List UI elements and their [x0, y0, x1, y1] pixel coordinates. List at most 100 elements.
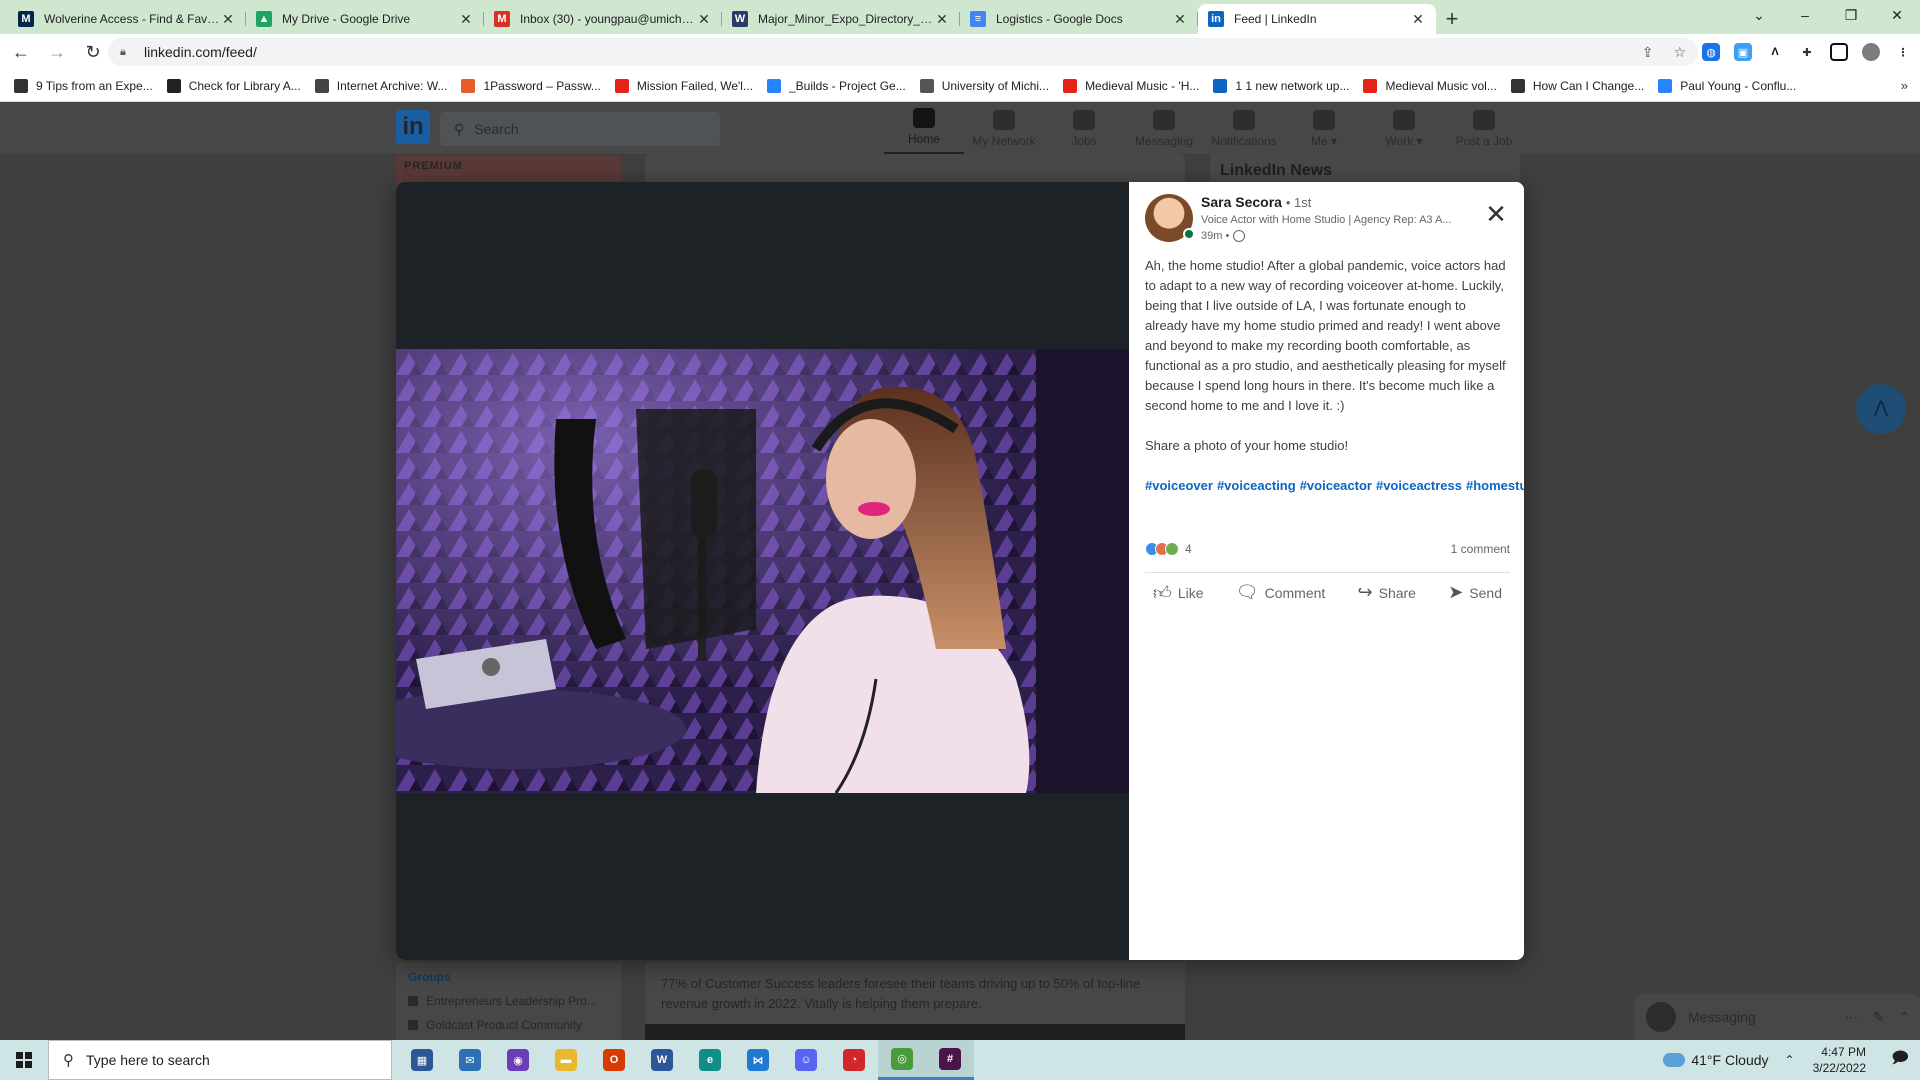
lock-icon[interactable]: 🔒︎	[120, 46, 132, 59]
bookmark-item[interactable]: Internet Archive: W...	[314, 78, 447, 93]
notification-center-icon[interactable]: 🗩︎	[1880, 1040, 1920, 1080]
side-panel-icon[interactable]	[1830, 43, 1848, 61]
bookmark-item[interactable]: 9 Tips from an Expe...	[14, 78, 153, 93]
hashtag-link[interactable]: #homestudio	[1466, 478, 1524, 493]
nav-item[interactable]: Home	[884, 102, 964, 154]
taskbar-app[interactable]: #	[926, 1040, 974, 1080]
extension-triangle-icon[interactable]: Λ	[1766, 43, 1784, 61]
share-button[interactable]: ↪ Share	[1358, 582, 1416, 603]
close-window-button[interactable]: ✕	[1874, 0, 1920, 30]
bookmark-item[interactable]: 1 1 new network up...	[1213, 78, 1349, 93]
reload-icon[interactable]: ↻	[78, 37, 108, 67]
taskbar-app[interactable]: ▬	[542, 1040, 590, 1080]
close-tab-icon[interactable]: ✕	[458, 11, 474, 28]
send-button[interactable]: ➤ Send	[1448, 582, 1502, 603]
taskbar-search-input[interactable]: ⚲ Type here to search	[48, 1040, 392, 1080]
groups-title[interactable]: Groups	[408, 970, 609, 984]
new-tab-button[interactable]: +	[1436, 4, 1468, 34]
extension-screencast-icon[interactable]: ▣	[1734, 43, 1752, 61]
weather-widget[interactable]: 41°F Cloudy	[1663, 1052, 1769, 1068]
like-button[interactable]: 👍︎ Like	[1153, 582, 1204, 604]
chrome-menu-icon[interactable]: ⋮	[1894, 43, 1912, 61]
celebrate-reaction-icon	[1165, 542, 1179, 556]
taskbar-app[interactable]: ▦	[398, 1040, 446, 1080]
taskbar-app[interactable]: ◔	[830, 1040, 878, 1080]
close-tab-icon[interactable]: ✕	[696, 11, 712, 28]
bookmark-star-icon[interactable]: ☆	[1673, 44, 1686, 61]
linkedin-search-input[interactable]: ⚲ Search	[440, 112, 720, 146]
news-title: LinkedIn News	[1220, 162, 1333, 179]
nav-item[interactable]: Jobs	[1044, 102, 1124, 154]
taskbar-app[interactable]: ☺	[782, 1040, 830, 1080]
bookmark-item[interactable]: Paul Young - Conflu...	[1658, 78, 1796, 93]
bookmark-item[interactable]: Mission Failed, We'l...	[614, 78, 753, 93]
extension-1password-icon[interactable]: ◍	[1702, 43, 1720, 61]
restore-button[interactable]: ❐	[1828, 0, 1874, 30]
forward-icon[interactable]: →	[42, 37, 72, 67]
address-bar[interactable]: 🔒︎ linkedin.com/feed/ ⇪ ☆	[108, 38, 1698, 66]
hashtag-link[interactable]: #voiceactress	[1376, 478, 1462, 493]
comment-icon: 🗨︎	[1235, 582, 1259, 602]
back-icon[interactable]: ←	[6, 37, 36, 67]
nav-item[interactable]: My Network	[964, 102, 1044, 154]
taskbar-app[interactable]: W	[638, 1040, 686, 1080]
close-tab-icon[interactable]: ✕	[220, 11, 236, 28]
taskbar-app[interactable]: ◉	[494, 1040, 542, 1080]
nav-item[interactable]: Post a Job	[1444, 102, 1524, 154]
promoted-post-image[interactable]	[645, 1024, 1185, 1040]
close-tab-icon[interactable]: ✕	[1410, 11, 1426, 28]
share-icon[interactable]: ⇪	[1642, 44, 1654, 61]
bookmark-item[interactable]: University of Michi...	[919, 78, 1049, 93]
browser-tab[interactable]: ≡ Logistics - Google Docs ✕	[960, 4, 1198, 34]
browser-tab[interactable]: M Wolverine Access - Find & Favori ✕	[8, 4, 246, 34]
bookmark-item[interactable]: 1Password – Passw...	[461, 78, 601, 93]
hashtag-link[interactable]: #voiceover	[1145, 478, 1213, 493]
bookmark-item[interactable]: Medieval Music - 'H...	[1063, 78, 1199, 93]
close-tab-icon[interactable]: ✕	[934, 11, 950, 28]
post-photo[interactable]	[396, 349, 1129, 793]
messaging-panel[interactable]: Messaging ⋯ ✎ ⌃	[1634, 994, 1920, 1040]
group-item[interactable]: Entrepreneurs Leadership Pro...	[408, 994, 609, 1008]
bookmarks-overflow-icon[interactable]: »	[1901, 78, 1908, 93]
minimize-button[interactable]: –	[1782, 0, 1828, 30]
nav-item[interactable]: Work ▾	[1364, 102, 1444, 154]
browser-tab[interactable]: ▲ My Drive - Google Drive ✕	[246, 4, 484, 34]
taskbar-app[interactable]: e	[686, 1040, 734, 1080]
author-name[interactable]: Sara Secora	[1201, 194, 1282, 210]
browser-tab[interactable]: M Inbox (30) - youngpau@umich.ec ✕	[484, 4, 722, 34]
nav-item[interactable]: Messaging	[1124, 102, 1204, 154]
floating-action-icon[interactable]: Λ	[1856, 384, 1906, 434]
bookmark-item[interactable]: How Can I Change...	[1510, 78, 1644, 93]
browser-tab[interactable]: in Feed | LinkedIn ✕	[1198, 4, 1436, 34]
tray-overflow-icon[interactable]: ⌃	[1785, 1053, 1795, 1067]
author-avatar[interactable]	[1145, 194, 1195, 242]
comment-count[interactable]: 1 comment	[1451, 542, 1510, 556]
clock[interactable]: 4:47 PM 3/22/2022	[1813, 1044, 1866, 1076]
close-tab-icon[interactable]: ✕	[1172, 11, 1188, 28]
more-options-icon[interactable]: ⋯	[1845, 1009, 1859, 1026]
extensions-puzzle-icon[interactable]: ✚	[1798, 43, 1816, 61]
start-button[interactable]	[0, 1040, 48, 1080]
hashtag-link[interactable]: #voiceacting	[1217, 478, 1296, 493]
bookmark-item[interactable]: Medieval Music vol...	[1363, 78, 1497, 93]
taskbar-app[interactable]: O	[590, 1040, 638, 1080]
taskbar-app[interactable]: ⋈	[734, 1040, 782, 1080]
taskbar-app[interactable]: ◎	[878, 1040, 926, 1080]
profile-avatar-icon[interactable]	[1862, 43, 1880, 61]
nav-item[interactable]: Notifications	[1204, 102, 1284, 154]
bookmark-item[interactable]: Check for Library A...	[166, 78, 301, 93]
bookmark-item[interactable]: _Builds - Project Ge...	[766, 78, 906, 93]
taskbar-app[interactable]: ✉	[446, 1040, 494, 1080]
linkedin-logo-icon[interactable]: in	[396, 110, 430, 144]
browser-tab[interactable]: W Major_Minor_Expo_Directory_202 ✕	[722, 4, 960, 34]
compose-icon[interactable]: ✎	[1873, 1009, 1885, 1026]
url-text[interactable]: linkedin.com/feed/	[144, 44, 257, 60]
hashtag-link[interactable]: #voiceactor	[1300, 478, 1372, 493]
chevron-up-icon[interactable]: ⌃	[1898, 1009, 1910, 1026]
tab-search-icon[interactable]: ⌄	[1736, 0, 1782, 30]
comment-button[interactable]: 🗨︎ Comment	[1236, 582, 1326, 603]
reactions-summary[interactable]: 4	[1145, 542, 1192, 556]
close-icon[interactable]: ✕	[1482, 200, 1510, 228]
nav-item[interactable]: Me ▾	[1284, 102, 1364, 154]
group-item[interactable]: Goldcast Product Community	[408, 1018, 609, 1032]
